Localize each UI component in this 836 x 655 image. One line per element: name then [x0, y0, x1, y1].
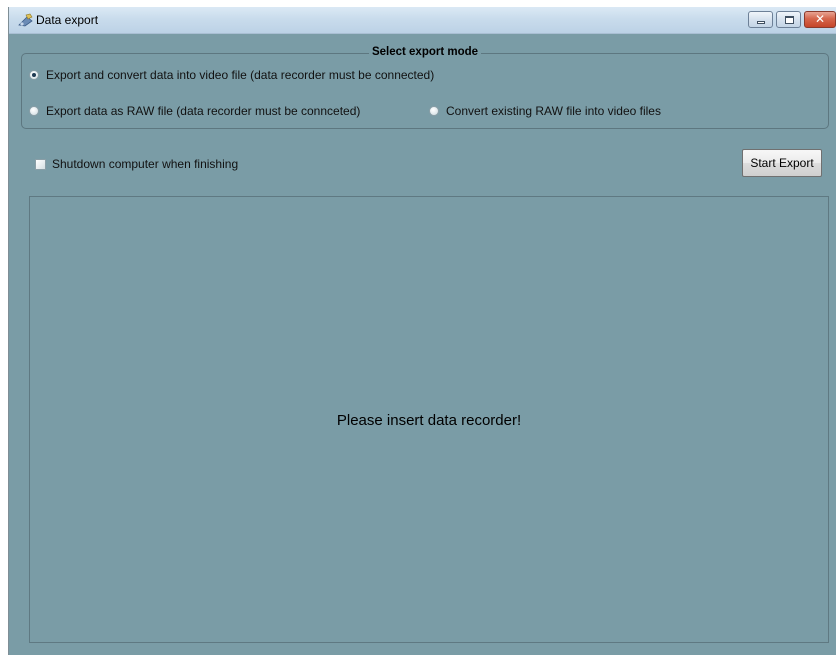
- radio-export-raw[interactable]: Export data as RAW file (data recorder m…: [29, 104, 360, 118]
- radio-export-convert-video[interactable]: Export and convert data into video file …: [29, 68, 434, 82]
- radio-label: Export and convert data into video file …: [46, 68, 435, 82]
- maximize-button[interactable]: [776, 11, 801, 28]
- radio-button-icon[interactable]: [429, 106, 439, 116]
- shutdown-label: Shutdown computer when finishing: [52, 157, 239, 171]
- title-bar[interactable]: Data export ✕: [9, 7, 836, 34]
- radio-label: Export data as RAW file (data recorder m…: [46, 104, 361, 118]
- close-button[interactable]: ✕: [804, 11, 836, 28]
- start-export-button[interactable]: Start Export: [742, 149, 822, 177]
- radio-button-icon[interactable]: [29, 106, 39, 116]
- window-controls: ✕: [748, 11, 836, 29]
- status-panel: Please insert data recorder!: [29, 196, 829, 643]
- radio-convert-raw[interactable]: Convert existing RAW file into video fil…: [429, 104, 661, 118]
- data-export-window: Data export ✕ Select export mode Export …: [8, 7, 836, 655]
- window-title: Data export: [36, 13, 99, 27]
- status-message: Please insert data recorder!: [336, 412, 522, 429]
- close-icon: ✕: [814, 12, 826, 26]
- minimize-button[interactable]: [748, 11, 773, 28]
- data-export-icon: [18, 13, 33, 27]
- shutdown-checkbox[interactable]: [35, 158, 46, 170]
- radio-label: Convert existing RAW file into video fil…: [446, 104, 661, 118]
- shutdown-checkbox-row[interactable]: Shutdown computer when finishing: [35, 157, 238, 171]
- maximize-icon: [785, 16, 794, 24]
- minimize-icon: [757, 21, 765, 24]
- radio-button-icon[interactable]: [29, 70, 39, 80]
- export-mode-title: Select export mode: [22, 46, 828, 58]
